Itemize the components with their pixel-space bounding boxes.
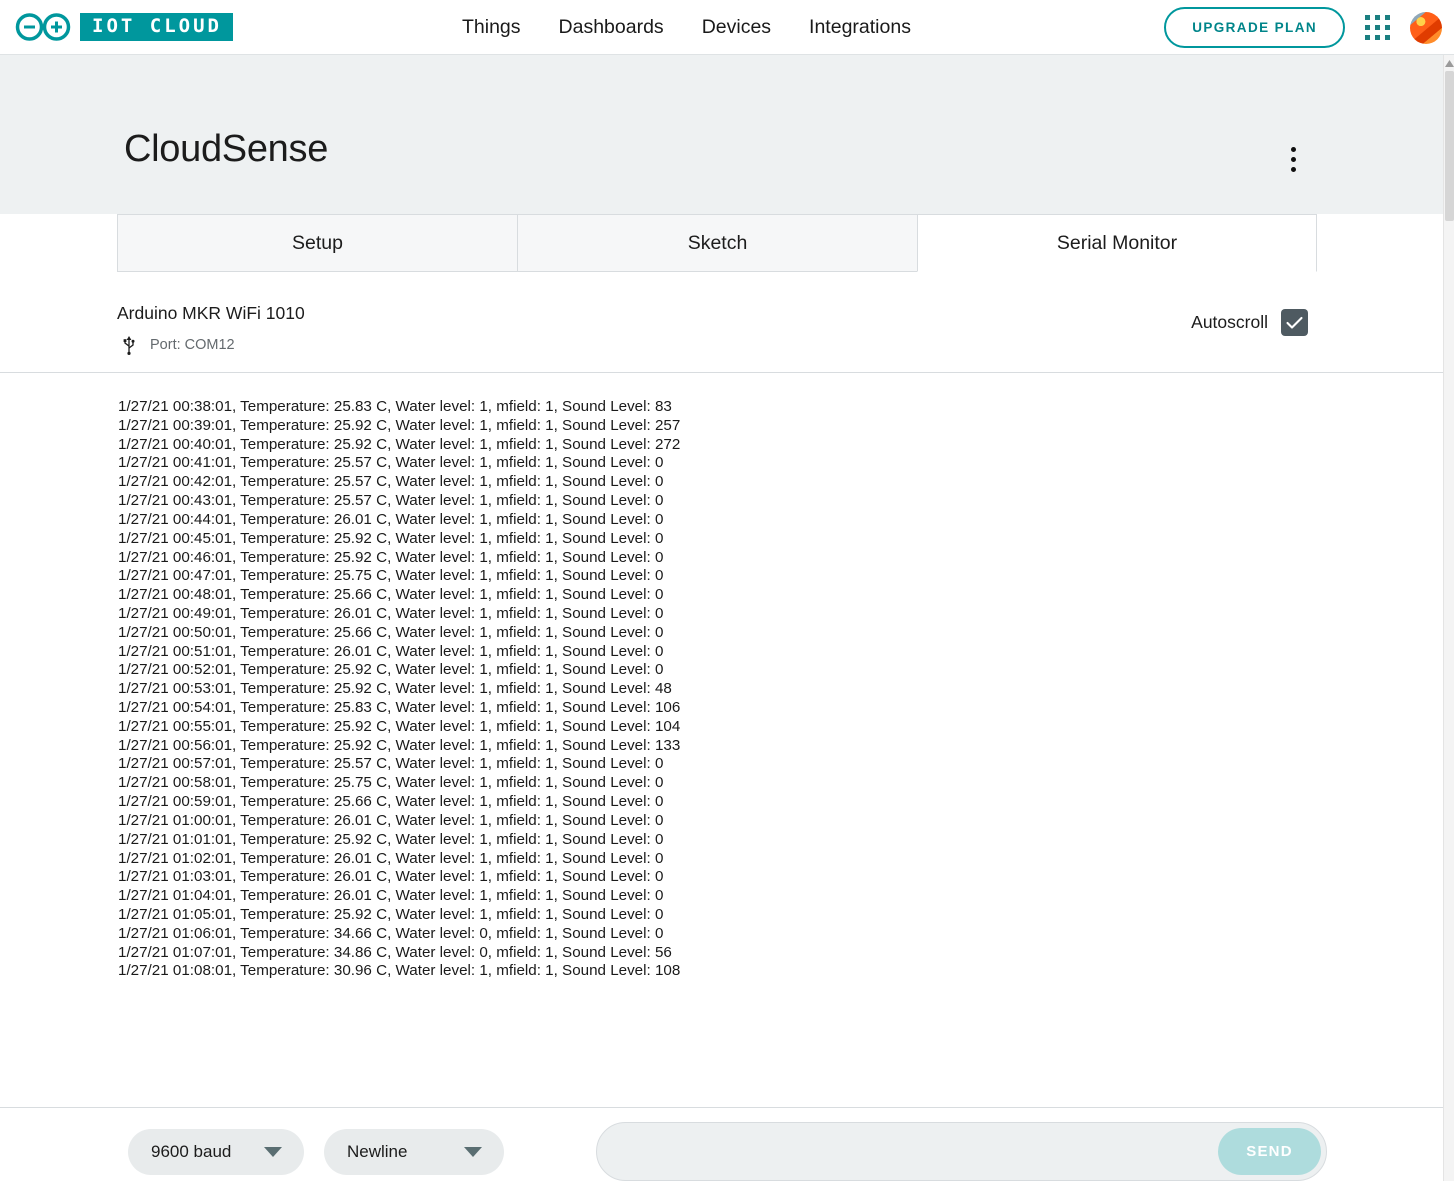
device-port-label: Port: COM12	[150, 337, 235, 353]
serial-log-line: 1/27/21 00:40:01, Temperature: 25.92 C, …	[118, 435, 681, 453]
device-name: Arduino MKR WiFi 1010	[117, 303, 305, 323]
kebab-menu-icon[interactable]	[1282, 142, 1304, 176]
serial-log-line: 1/27/21 00:54:01, Temperature: 25.83 C, …	[118, 699, 681, 716]
serial-log-line: 1/27/21 00:43:01, Temperature: 25.57 C, …	[118, 492, 664, 510]
serial-log-line: 1/27/21 01:01:01, Temperature: 25.92 C, …	[118, 830, 664, 848]
serial-log-line: 1/27/21 00:52:01, Temperature: 25.92 C, …	[118, 661, 664, 679]
page-title: CloudSense	[124, 128, 329, 170]
thing-title-band: CloudSense	[0, 55, 1443, 214]
serial-log-line: 1/27/21 00:45:01, Temperature: 25.92 C, …	[118, 529, 664, 547]
scroll-up-arrow-icon[interactable]	[1444, 57, 1454, 69]
serial-log-line: 1/27/21 01:03:01, Temperature: 26.01 C, …	[118, 868, 664, 886]
serial-log-line: 1/27/21 00:42:01, Temperature: 25.57 C, …	[118, 473, 664, 491]
autoscroll-control: Autoscroll	[1191, 309, 1308, 336]
send-button[interactable]: SEND	[1218, 1128, 1321, 1175]
serial-log-line: 1/27/21 00:55:01, Temperature: 25.92 C, …	[118, 717, 681, 735]
serial-log-lines: 1/27/21 00:38:01, Temperature: 25.83 C, …	[118, 398, 1443, 981]
serial-log-line: 1/27/21 00:58:01, Temperature: 25.75 C, …	[118, 774, 664, 792]
serial-log-line: 1/27/21 00:47:01, Temperature: 25.75 C, …	[118, 567, 664, 585]
serial-log-line: 1/27/21 01:00:01, Temperature: 26.01 C, …	[118, 811, 664, 829]
user-avatar[interactable]	[1410, 11, 1442, 44]
nav-item-dashboards[interactable]: Dashboards	[559, 16, 664, 39]
nav-item-integrations[interactable]: Integrations	[809, 16, 911, 39]
serial-log-line: 1/27/21 00:38:01, Temperature: 25.83 C, …	[118, 398, 672, 415]
chevron-down-icon	[464, 1147, 482, 1157]
serial-log-line: 1/27/21 00:56:01, Temperature: 25.92 C, …	[118, 736, 681, 754]
upgrade-plan-button[interactable]: UPGRADE PLAN	[1164, 7, 1345, 48]
message-field-wrapper: SEND	[596, 1122, 1327, 1181]
baud-rate-select[interactable]: 9600 baud	[128, 1129, 304, 1175]
thing-tabs: Setup Sketch Serial Monitor	[117, 214, 1317, 272]
arduino-infinity-logo	[15, 13, 71, 41]
serial-log-line: 1/27/21 01:02:01, Temperature: 26.01 C, …	[118, 849, 664, 867]
serial-log-line: 1/27/21 00:51:01, Temperature: 26.01 C, …	[118, 642, 664, 660]
serial-log-line: 1/27/21 00:41:01, Temperature: 25.57 C, …	[118, 454, 664, 472]
tab-serial-monitor[interactable]: Serial Monitor	[917, 214, 1317, 272]
serial-log-line: 1/27/21 00:57:01, Temperature: 25.57 C, …	[118, 755, 664, 773]
serial-log-line: 1/27/21 00:50:01, Temperature: 25.66 C, …	[118, 623, 664, 641]
nav-item-things[interactable]: Things	[462, 16, 521, 39]
tab-setup[interactable]: Setup	[117, 214, 517, 272]
serial-log-line: 1/27/21 00:39:01, Temperature: 25.92 C, …	[118, 416, 681, 434]
serial-log-line: 1/27/21 01:08:01, Temperature: 30.96 C, …	[118, 962, 681, 980]
serial-log-line: 1/27/21 00:49:01, Temperature: 26.01 C, …	[118, 604, 664, 622]
line-ending-value: Newline	[347, 1142, 408, 1161]
serial-log-line: 1/27/21 00:59:01, Temperature: 25.66 C, …	[118, 793, 664, 811]
nav-item-devices[interactable]: Devices	[702, 16, 771, 39]
main-nav: Things Dashboards Devices Integrations	[462, 0, 911, 55]
serial-log-line: 1/27/21 01:05:01, Temperature: 25.92 C, …	[118, 905, 664, 923]
check-icon	[1286, 316, 1303, 329]
iot-cloud-badge: IOT CLOUD	[80, 13, 233, 41]
serial-log-line: 1/27/21 00:44:01, Temperature: 26.01 C, …	[118, 510, 664, 528]
usb-icon	[123, 336, 135, 355]
grid-apps-icon[interactable]	[1365, 15, 1390, 40]
serial-log-line: 1/27/21 01:04:01, Temperature: 26.01 C, …	[118, 887, 664, 905]
device-info-bar: Arduino MKR WiFi 1010 Port: COM12 Autosc…	[0, 272, 1443, 373]
serial-log-line: 1/27/21 00:48:01, Temperature: 25.66 C, …	[118, 586, 664, 604]
autoscroll-label: Autoscroll	[1191, 312, 1268, 332]
message-input[interactable]	[597, 1142, 1218, 1161]
device-port-row: Port: COM12	[120, 335, 235, 355]
chevron-down-icon	[264, 1147, 282, 1157]
line-ending-select[interactable]: Newline	[324, 1129, 504, 1175]
serial-monitor-page: IOT CLOUD Things Dashboards Devices Inte…	[0, 0, 1454, 1181]
baud-rate-value: 9600 baud	[151, 1142, 232, 1161]
page-scrollbar[interactable]	[1443, 55, 1454, 1181]
app-header: IOT CLOUD Things Dashboards Devices Inte…	[0, 0, 1454, 55]
serial-log-line: 1/27/21 01:06:01, Temperature: 34.66 C, …	[118, 924, 664, 942]
tab-sketch[interactable]: Sketch	[517, 214, 917, 272]
autoscroll-checkbox[interactable]	[1281, 309, 1308, 336]
serial-log-line: 1/27/21 01:07:01, Temperature: 34.86 C, …	[118, 943, 672, 961]
serial-log-line: 1/27/21 00:53:01, Temperature: 25.92 C, …	[118, 680, 672, 698]
brand-logo[interactable]: IOT CLOUD	[14, 12, 233, 42]
scrollbar-thumb[interactable]	[1445, 71, 1454, 221]
serial-log-output[interactable]: 1/27/21 00:38:01, Temperature: 25.83 C, …	[0, 373, 1443, 1107]
header-actions: UPGRADE PLAN	[1164, 0, 1442, 55]
serial-log-line: 1/27/21 00:46:01, Temperature: 25.92 C, …	[118, 548, 664, 566]
serial-toolbar: 9600 baud Newline SEND	[0, 1108, 1443, 1181]
